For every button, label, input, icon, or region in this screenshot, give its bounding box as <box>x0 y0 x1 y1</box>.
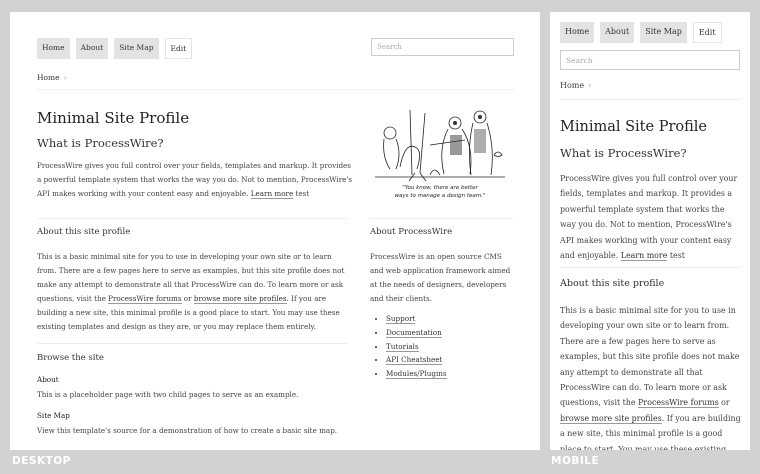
intro-text: ProcessWire gives you full control over … <box>560 171 740 263</box>
list-item: API Cheatsheet <box>386 353 447 367</box>
browse-heading: Browse the site <box>37 353 104 363</box>
api-cheatsheet-link[interactable]: API Cheatsheet <box>386 355 443 366</box>
intro-tail: test <box>293 189 310 198</box>
about-site-text-a: This is a basic minimal site for you to … <box>560 306 740 408</box>
browse-profiles-link[interactable]: browse more site profiles <box>193 294 287 304</box>
browse-item-sitemap-title[interactable]: Site Map <box>37 411 70 420</box>
nav-about[interactable]: About <box>75 38 109 59</box>
nav-home[interactable]: Home <box>37 38 70 59</box>
top-nav: Home About Site Map Edit <box>37 38 193 59</box>
documentation-link[interactable]: Documentation <box>386 327 442 338</box>
nav-site-map[interactable]: Site Map <box>114 38 159 59</box>
about-site-text-or: or <box>181 294 194 303</box>
browse-profiles-link[interactable]: browse more site profiles <box>560 413 662 424</box>
learn-more-link[interactable]: Learn more <box>250 189 294 199</box>
list-item: Documentation <box>386 326 447 340</box>
browse-item-sitemap-desc: View this template's source for a demons… <box>37 426 338 435</box>
divider <box>370 218 514 219</box>
divider <box>560 99 740 100</box>
nav-home[interactable]: Home <box>560 22 595 43</box>
cartoon-image: "You know, there are better ways to mana… <box>375 109 505 199</box>
browse-item-about-desc: This is a placeholder page with two chil… <box>37 390 299 399</box>
mobile-label: MOBILE <box>551 455 600 467</box>
divider <box>37 89 514 90</box>
breadcrumb: Home › <box>560 81 591 90</box>
forums-link[interactable]: ProcessWire forums <box>108 294 182 304</box>
intro-tail: test <box>667 251 685 261</box>
list-item: Tutorials <box>386 340 447 354</box>
top-nav-mobile: Home About Site Map Edit <box>560 22 722 43</box>
about-pw-heading: About ProcessWire <box>370 227 453 237</box>
intro-text: ProcessWire gives you full control over … <box>37 159 355 201</box>
about-site-heading: About this site profile <box>37 227 131 237</box>
about-site-text-or: or <box>718 398 730 408</box>
about-pw-text: ProcessWire is an open source CMS and we… <box>370 252 511 303</box>
desktop-label: DESKTOP <box>12 455 71 467</box>
page-title: Minimal Site Profile <box>37 109 190 127</box>
list-item: Modules/Plugins <box>386 367 447 381</box>
search-input[interactable]: Search <box>371 38 514 56</box>
mobile-view: Home About Site Map Edit Search Home › Mi… <box>550 12 750 450</box>
forums-link[interactable]: ProcessWire forums <box>638 398 719 409</box>
cartoon-caption-1: "You know, there are better <box>402 185 478 191</box>
page-subtitle: What is ProcessWire? <box>560 146 687 160</box>
modules-plugins-link[interactable]: Modules/Plugins <box>386 369 447 380</box>
about-site-heading: About this site profile <box>560 278 665 289</box>
breadcrumb-separator: › <box>63 73 67 82</box>
browse-item-about-title[interactable]: About <box>37 375 59 384</box>
nav-edit[interactable]: Edit <box>164 38 193 59</box>
about-site-text: This is a basic minimal site for you to … <box>37 250 349 334</box>
breadcrumb-separator: › <box>588 81 592 90</box>
desktop-view: Home About Site Map Edit Search Home › Mi… <box>10 12 540 450</box>
breadcrumb-home[interactable]: Home <box>37 73 60 82</box>
divider <box>37 218 348 219</box>
support-link[interactable]: Support <box>386 314 416 324</box>
page-subtitle: What is ProcessWire? <box>37 136 164 150</box>
breadcrumb-home[interactable]: Home <box>560 81 584 90</box>
breadcrumb: Home › <box>37 73 67 82</box>
page-title: Minimal Site Profile <box>560 119 707 135</box>
search-input[interactable]: Search <box>560 50 740 70</box>
about-site-text: This is a basic minimal site for you to … <box>560 303 742 450</box>
nav-site-map[interactable]: Site Map <box>640 22 687 43</box>
divider <box>37 343 348 344</box>
tutorials-link[interactable]: Tutorials <box>386 341 419 352</box>
learn-more-link[interactable]: Learn more <box>620 251 668 262</box>
cartoon-caption-2: ways to manage a design team." <box>395 193 486 199</box>
intro-body: ProcessWire gives you full control over … <box>560 174 738 261</box>
divider <box>560 267 740 268</box>
about-pw-links: Support Documentation Tutorials API Chea… <box>380 312 447 381</box>
nav-edit[interactable]: Edit <box>692 22 722 43</box>
nav-about[interactable]: About <box>600 22 635 43</box>
list-item: Support <box>386 312 447 326</box>
